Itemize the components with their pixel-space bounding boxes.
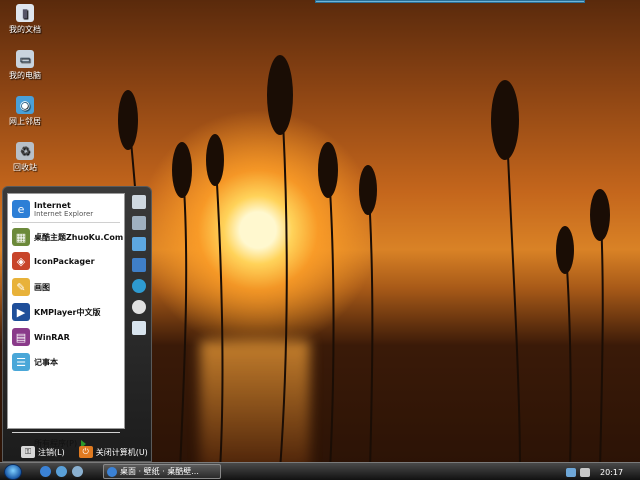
start-menu-item-iconpackager[interactable]: ◈ IconPackager (12, 252, 95, 270)
start-menu-item-label: WinRAR (34, 332, 70, 342)
start-button[interactable] (4, 464, 22, 480)
desktop-icon-network[interactable]: ◉ 网上邻居 (0, 96, 50, 127)
start-menu-separator (12, 432, 120, 433)
shutdown-button[interactable]: ⏻ 关闭计算机(U) (78, 446, 148, 458)
desktop-icon-documents[interactable]: ▮ 我的文档 (0, 4, 50, 35)
start-menu-item-label: 记事本 (34, 357, 58, 367)
taskbar-window-button[interactable]: 桌面 · 壁纸 · 桌酷壁... (103, 464, 221, 479)
media-player-icon[interactable] (72, 466, 83, 477)
start-menu-places-pane (129, 195, 149, 342)
start-menu-item-title: Internet (34, 200, 71, 210)
start-menu-item-internet[interactable]: e Internet Internet Explorer (12, 200, 93, 218)
desktop-icon-recycle-bin[interactable]: ♻ 回收站 (0, 142, 50, 173)
start-menu-programs-pane: e Internet Internet Explorer ▦ 桌酷主题ZhuoK… (7, 193, 125, 448)
network-icon: ◉ (16, 96, 34, 114)
volume-icon[interactable] (580, 467, 590, 477)
notepad-icon: ☰ (12, 353, 30, 371)
desktop-icon-label: 我的文档 (9, 25, 41, 34)
power-icon: ⏻ (78, 446, 93, 458)
shutdown-label: 关闭计算机(U) (95, 447, 148, 457)
documents-icon: ▮ (16, 4, 34, 22)
desktop-icon-label: 回收站 (13, 163, 37, 172)
start-menu-item-label: 桌酷主题ZhuoKu.Com (34, 232, 124, 242)
run-icon[interactable] (132, 321, 146, 335)
key-icon: ⚿ (21, 446, 35, 458)
start-menu-item-label: KMPlayer中文版 (34, 307, 101, 317)
search-icon[interactable] (132, 300, 146, 314)
start-menu-separator (12, 222, 120, 223)
control-panel-icon[interactable] (132, 258, 146, 272)
logoff-label: 注销(L) (38, 447, 65, 457)
internet-explorer-icon: e (12, 200, 30, 218)
network-icon[interactable] (132, 237, 146, 251)
recycle-bin-icon: ♻ (16, 142, 34, 160)
logoff-button[interactable]: ⚿ 注销(L) (21, 446, 65, 458)
show-desktop-icon[interactable] (56, 466, 67, 477)
network-status-icon[interactable] (566, 467, 576, 477)
start-menu: e Internet Internet Explorer ▦ 桌酷主题ZhuoK… (2, 186, 152, 462)
start-menu-footer: ⚿ 注销(L) ⏻ 关闭计算机(U) (3, 443, 151, 461)
desktop-icon-computer[interactable]: ▭ 我的电脑 (0, 50, 50, 81)
taskbar: 桌面 · 壁纸 · 桌酷壁... 20:17 (0, 462, 640, 480)
paint-icon: ✎ (12, 278, 30, 296)
computer-icon: ▭ (16, 50, 34, 68)
computer-icon[interactable] (132, 216, 146, 230)
desktop-icon-label: 我的电脑 (9, 71, 41, 80)
iconpackager-icon: ◈ (12, 252, 30, 270)
winrar-icon: ▤ (12, 328, 30, 346)
internet-explorer-icon[interactable] (40, 466, 51, 477)
start-menu-item-label: IconPackager (34, 256, 95, 266)
internet-explorer-icon (107, 466, 117, 477)
kmplayer-icon: ▶ (12, 303, 30, 321)
start-menu-item-kmplayer[interactable]: ▶ KMPlayer中文版 (12, 303, 101, 321)
start-menu-item-notepad[interactable]: ☰ 记事本 (12, 353, 58, 371)
start-menu-item-label: 画图 (34, 282, 50, 292)
start-menu-item-paint[interactable]: ✎ 画图 (12, 278, 50, 296)
desktop-icon-label: 网上邻居 (9, 117, 41, 126)
top-window-edge (315, 0, 585, 3)
start-menu-item-zhuoku[interactable]: ▦ 桌酷主题ZhuoKu.Com (12, 228, 123, 246)
start-menu-item-winrar[interactable]: ▤ WinRAR (12, 328, 70, 346)
start-menu-item-subtitle: Internet Explorer (34, 209, 94, 218)
zhuoku-icon: ▦ (12, 228, 30, 246)
taskbar-window-label: 桌面 · 壁纸 · 桌酷壁... (120, 467, 199, 476)
documents-icon[interactable] (132, 195, 146, 209)
system-tray: 20:17 (560, 463, 640, 480)
clock[interactable]: 20:17 (600, 468, 623, 477)
help-icon[interactable] (132, 279, 146, 293)
